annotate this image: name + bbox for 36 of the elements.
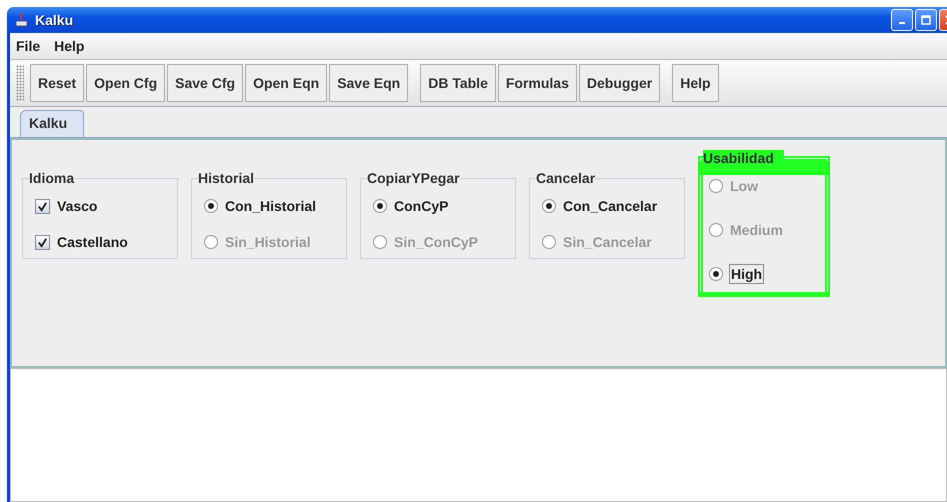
toolbar-button[interactable]: Open Cfg — [86, 64, 166, 102]
checkbox[interactable] — [35, 198, 50, 214]
maximize-icon — [921, 15, 931, 25]
group-title: Historial — [198, 170, 254, 186]
radio-button[interactable] — [709, 267, 723, 281]
toolbar-button[interactable]: Formulas — [498, 64, 577, 102]
menu-item[interactable]: Help — [54, 38, 84, 54]
checkbox-option[interactable]: Castellano — [35, 232, 165, 252]
coffee-cup-icon — [14, 12, 30, 28]
radio-option[interactable]: Con_Cancelar — [542, 196, 672, 216]
toolbar-button[interactable]: Save Eqn — [329, 64, 408, 102]
toolbar-button[interactable]: Debugger — [578, 64, 660, 102]
menu-item[interactable]: File — [16, 38, 40, 54]
maximize-button[interactable] — [915, 9, 937, 31]
radio-button[interactable] — [542, 199, 556, 213]
checkbox[interactable] — [35, 234, 50, 250]
radio-option[interactable]: Con_Historial — [204, 196, 334, 216]
window-title: Kalku — [35, 12, 74, 28]
checkbox-option[interactable]: Vasco — [35, 196, 165, 216]
toolbar-button[interactable]: Save Cfg — [167, 64, 244, 102]
group-title: Usabilidad — [703, 150, 784, 166]
toolbar-button[interactable]: DB Table — [420, 64, 496, 102]
toolbar-button[interactable]: Help — [672, 64, 719, 102]
group-title: Cancelar — [536, 170, 596, 186]
grip-handle[interactable] — [16, 65, 24, 101]
toolbar-button[interactable]: Open Eqn — [245, 64, 328, 102]
minimize-button[interactable] — [891, 9, 913, 31]
radio-button[interactable] — [373, 199, 387, 213]
group-title: Idioma — [29, 170, 74, 186]
radio-button[interactable] — [204, 199, 218, 213]
radio-option[interactable]: ConCyP — [373, 196, 503, 216]
group-title: CopiarYPegar — [367, 170, 460, 186]
minimize-icon — [899, 22, 905, 24]
toolbar-button[interactable]: Reset — [30, 64, 84, 102]
radio-option[interactable]: High — [709, 264, 819, 284]
tab[interactable]: Kalku — [20, 110, 84, 137]
